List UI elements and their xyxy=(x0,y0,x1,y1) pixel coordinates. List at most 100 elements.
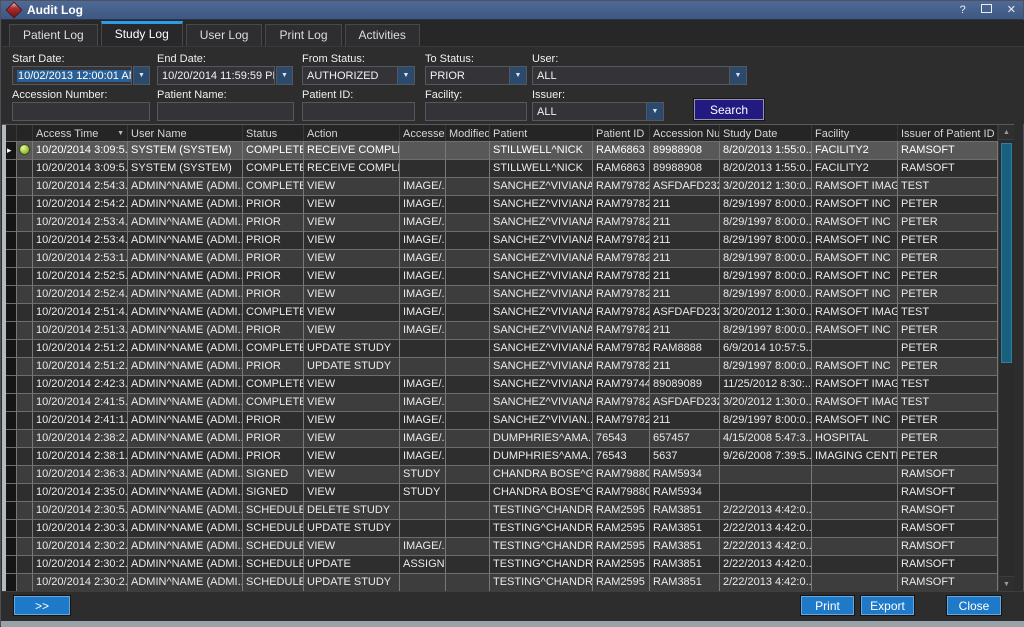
column-header-modified[interactable]: Modified xyxy=(446,125,490,141)
column-header-status[interactable]: Status xyxy=(243,125,304,141)
table-row[interactable]: 10/20/2014 2:53:1...ADMIN^NAME (ADMI...P… xyxy=(6,250,998,268)
table-cell: ASFDAFD232... xyxy=(650,304,720,322)
table-cell: 11/25/2012 8:30:... xyxy=(720,376,812,394)
table-cell: 10/20/2014 2:51:4... xyxy=(33,304,128,322)
vertical-scrollbar[interactable]: ▲ ▼ xyxy=(998,125,1014,591)
table-row[interactable]: 10/20/2014 2:41:1...ADMIN^NAME (ADMI...P… xyxy=(6,412,998,430)
table-cell: PETER xyxy=(898,232,998,250)
dropdown-arrow-icon: ▼ xyxy=(138,72,145,79)
column-header-accessed[interactable]: Accessed xyxy=(400,125,446,141)
table-cell: RECEIVE COMPLE... xyxy=(304,160,400,178)
sort-desc-icon[interactable]: ▼ xyxy=(115,130,124,137)
table-cell: IMAGE/... xyxy=(400,196,446,214)
table-cell: PRIOR xyxy=(243,430,304,448)
table-row[interactable]: 10/20/2014 2:30:2...ADMIN^NAME (ADMI...S… xyxy=(6,556,998,574)
table-cell: 2/22/2013 4:42:0... xyxy=(720,574,812,591)
column-header-patient[interactable]: Patient xyxy=(490,125,593,141)
table-row[interactable]: 10/20/2014 2:51:3...ADMIN^NAME (ADMI...P… xyxy=(6,322,998,340)
column-header-action[interactable]: Action xyxy=(304,125,400,141)
scroll-up-icon[interactable]: ▲ xyxy=(999,125,1014,140)
table-cell: ADMIN^NAME (ADMI... xyxy=(128,502,243,520)
row-indicator xyxy=(6,484,17,502)
table-row[interactable]: 10/20/2014 2:30:2...ADMIN^NAME (ADMI...S… xyxy=(6,574,998,591)
column-header-issuer[interactable]: Issuer of Patient ID xyxy=(898,125,998,141)
user-select[interactable]: ALL ▼ xyxy=(532,66,747,85)
table-cell: RAMSOFT xyxy=(898,160,998,178)
table-row[interactable]: 10/20/2014 3:09:5...SYSTEM (SYSTEM)COMPL… xyxy=(6,160,998,178)
table-cell: ADMIN^NAME (ADMI... xyxy=(128,538,243,556)
table-cell: RAM8888 xyxy=(650,340,720,358)
scroll-down-icon[interactable]: ▼ xyxy=(999,576,1014,591)
table-cell: RAMSOFT IMAG... xyxy=(812,394,898,412)
end-date-input[interactable]: 10/20/2014 11:59:59 PM xyxy=(157,66,275,85)
table-row[interactable]: 10/20/2014 2:51:2...ADMIN^NAME (ADMI...P… xyxy=(6,358,998,376)
table-row[interactable]: 10/20/2014 2:30:3...ADMIN^NAME (ADMI...S… xyxy=(6,520,998,538)
tab-user-log[interactable]: User Log xyxy=(186,24,263,46)
column-header-accession-number[interactable]: Accession Numb xyxy=(650,125,720,141)
end-date-label: End Date: xyxy=(157,53,206,65)
column-header-patient-id[interactable]: Patient ID xyxy=(593,125,650,141)
row-indicator xyxy=(6,466,17,484)
accession-number-input[interactable] xyxy=(12,102,150,121)
expand-button[interactable]: >> xyxy=(14,596,70,615)
patient-name-input[interactable] xyxy=(157,102,294,121)
table-cell: 8/29/1997 8:00:0... xyxy=(720,250,812,268)
end-date-dropdown-button[interactable]: ▼ xyxy=(276,66,293,85)
help-icon[interactable]: ? xyxy=(960,5,966,16)
table-cell: SANCHEZ^VIVIANA xyxy=(490,268,593,286)
start-date-dropdown-button[interactable]: ▼ xyxy=(133,66,150,85)
table-row[interactable]: 10/20/2014 2:51:4...ADMIN^NAME (ADMI...C… xyxy=(6,304,998,322)
column-header-access-time[interactable]: Access Time ▼ xyxy=(33,125,128,141)
table-cell: VIEW xyxy=(304,286,400,304)
table-cell: 89988908 xyxy=(650,142,720,160)
issuer-label: Issuer: xyxy=(532,89,565,101)
scrollbar-thumb[interactable] xyxy=(1001,143,1012,363)
dropdown-arrow-icon[interactable]: ▼ xyxy=(509,67,526,84)
table-row[interactable]: 10/20/2014 2:36:3...ADMIN^NAME (ADMI...S… xyxy=(6,466,998,484)
table-row[interactable]: 10/20/2014 2:52:4...ADMIN^NAME (ADMI...P… xyxy=(6,286,998,304)
table-cell: RAMSOFT xyxy=(898,466,998,484)
maximize-icon[interactable] xyxy=(981,4,992,16)
table-row[interactable]: 10/20/2014 2:38:2...ADMIN^NAME (ADMI...P… xyxy=(6,430,998,448)
table-row[interactable]: 10/20/2014 2:41:5...ADMIN^NAME (ADMI...C… xyxy=(6,394,998,412)
start-date-input[interactable]: 10/02/2013 12:00:01 AM xyxy=(12,66,132,85)
tab-patient-log[interactable]: Patient Log xyxy=(9,24,98,46)
table-row[interactable]: 10/20/2014 2:53:4...ADMIN^NAME (ADMI...P… xyxy=(6,232,998,250)
column-header-user-name[interactable]: User Name xyxy=(128,125,243,141)
table-row[interactable]: 10/20/2014 2:51:2...ADMIN^NAME (ADMI...C… xyxy=(6,340,998,358)
export-button[interactable]: Export xyxy=(861,596,914,615)
issuer-select[interactable]: ALL ▼ xyxy=(532,102,664,121)
table-cell: 10/20/2014 2:30:3... xyxy=(33,520,128,538)
table-row[interactable]: ▸10/20/2014 3:09:5...SYSTEM (SYSTEM)COMP… xyxy=(6,142,998,160)
to-status-select[interactable]: PRIOR ▼ xyxy=(425,66,527,85)
table-row[interactable]: 10/20/2014 2:52:5...ADMIN^NAME (ADMI...P… xyxy=(6,268,998,286)
tab-study-log[interactable]: Study Log xyxy=(101,21,183,46)
table-row[interactable]: 10/20/2014 2:38:1...ADMIN^NAME (ADMI...P… xyxy=(6,448,998,466)
dropdown-arrow-icon[interactable]: ▼ xyxy=(646,103,663,120)
close-button[interactable]: Close xyxy=(947,596,1001,615)
table-row[interactable]: 10/20/2014 2:42:3...ADMIN^NAME (ADMI...C… xyxy=(6,376,998,394)
table-cell: COMPLETE... xyxy=(243,142,304,160)
close-icon[interactable]: ✕ xyxy=(1007,5,1016,16)
tab-print-log[interactable]: Print Log xyxy=(265,24,341,46)
table-cell: RECEIVE COMPLE... xyxy=(304,142,400,160)
from-status-select[interactable]: AUTHORIZED ▼ xyxy=(302,66,415,85)
from-status-label: From Status: xyxy=(302,53,365,65)
facility-input[interactable] xyxy=(425,102,527,121)
column-header-facility[interactable]: Facility xyxy=(812,125,898,141)
print-button[interactable]: Print xyxy=(801,596,854,615)
table-cell: 10/20/2014 2:35:0... xyxy=(33,484,128,502)
table-row[interactable]: 10/20/2014 2:30:5...ADMIN^NAME (ADMI...S… xyxy=(6,502,998,520)
column-header-study-date[interactable]: Study Date xyxy=(720,125,812,141)
table-row[interactable]: 10/20/2014 2:54:3...ADMIN^NAME (ADMI...C… xyxy=(6,178,998,196)
table-row[interactable]: 10/20/2014 2:53:4...ADMIN^NAME (ADMI...P… xyxy=(6,214,998,232)
patient-id-input[interactable] xyxy=(302,102,415,121)
dropdown-arrow-icon[interactable]: ▼ xyxy=(397,67,414,84)
dropdown-arrow-icon[interactable]: ▼ xyxy=(729,67,746,84)
search-button[interactable]: Search xyxy=(694,99,764,120)
tab-activities[interactable]: Activities xyxy=(345,24,420,46)
table-row[interactable]: 10/20/2014 2:30:2...ADMIN^NAME (ADMI...S… xyxy=(6,538,998,556)
table-row[interactable]: 10/20/2014 2:35:0...ADMIN^NAME (ADMI...S… xyxy=(6,484,998,502)
table-row[interactable]: 10/20/2014 2:54:2...ADMIN^NAME (ADMI...P… xyxy=(6,196,998,214)
table-cell: 211 xyxy=(650,286,720,304)
